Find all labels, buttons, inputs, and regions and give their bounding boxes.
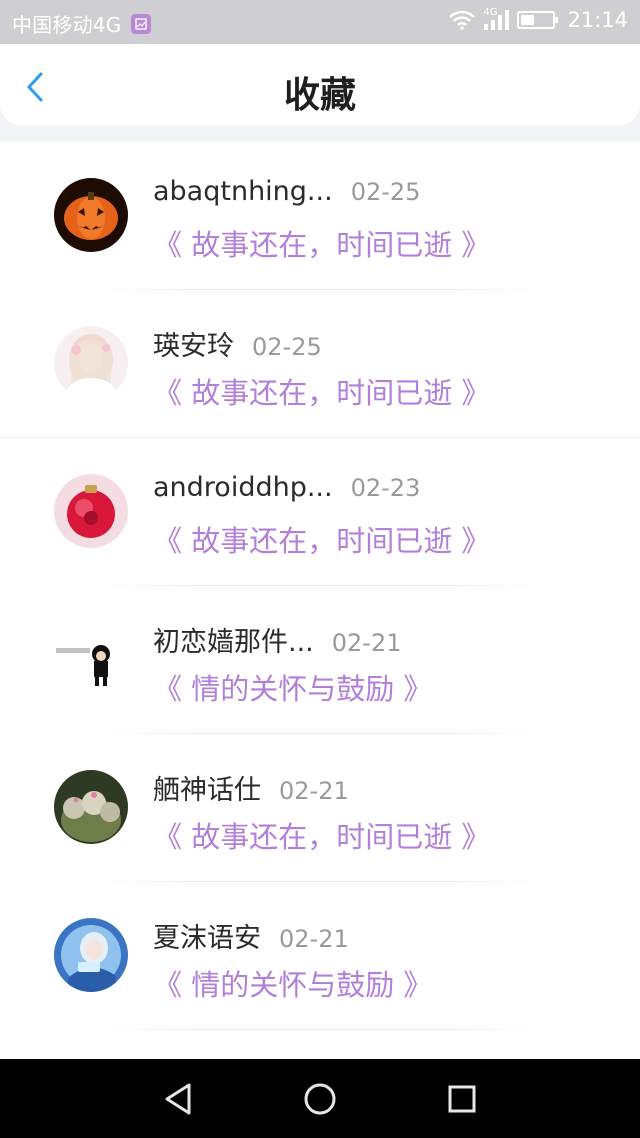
status-right: 4G 21:14 [441,6,628,32]
nav-recents-button[interactable] [440,1077,484,1121]
clock: 21:14 [567,8,628,32]
page-title: 收藏 [283,75,356,116]
post-date: 02-21 [331,629,402,657]
network-type-label: 4G [483,6,498,18]
post-date: 02-23 [350,474,421,502]
nav-home-button[interactable] [298,1077,342,1121]
carrier-label: 中国移动4G [12,13,122,37]
red-ornament-avatar[interactable] [54,474,128,548]
story-title[interactable]: 《 故事还在，时间已逝 》 [153,222,490,264]
user-name[interactable]: 初恋嫱那件... [153,620,314,659]
list-item[interactable]: androiddhp... 02-23 《 故事还在，时间已逝 》 [0,438,640,586]
user-name[interactable]: 夏沫语安 [153,916,261,955]
list-item[interactable]: 夏沫语安 02-21 《 情的关怀与鼓励 》 [0,882,640,1030]
anime-girl-avatar[interactable] [54,326,128,400]
name-line: 舾神话仕 02-21 [153,768,349,807]
divider [100,1029,540,1030]
cactus-avatar[interactable] [54,770,128,844]
name-line: 夏沫语安 02-21 [153,916,349,955]
system-nav-bar [0,1059,640,1138]
post-date: 02-21 [279,777,349,805]
name-line: 初恋嫱那件... 02-21 [153,620,402,659]
pumpkin-avatar[interactable] [54,178,128,252]
square-recents-icon [448,1085,476,1113]
list-item[interactable]: abaqtnhing... 02-25 《 故事还在，时间已逝 》 [0,142,640,290]
list-item[interactable]: 瑛安玲 02-25 《 故事还在，时间已逝 》 [0,290,640,438]
list-item[interactable]: 舾神话仕 02-21 《 故事还在，时间已逝 》 [0,734,640,882]
circle-home-icon [304,1083,336,1115]
favorites-list: abaqtnhing... 02-25 《 故事还在，时间已逝 》 瑛安玲 02… [0,142,640,1059]
post-date: 02-25 [252,333,322,361]
post-date: 02-25 [350,178,421,206]
chibi-figure-avatar[interactable] [54,622,128,696]
wifi-icon [449,10,476,30]
story-title[interactable]: 《 故事还在，时间已逝 》 [153,814,490,856]
triangle-back-icon [165,1083,191,1115]
list-item[interactable]: 初恋嫱那件... 02-21 《 情的关怀与鼓励 》 [0,586,640,734]
story-title[interactable]: 《 情的关怀与鼓励 》 [153,666,432,708]
user-name[interactable]: 瑛安玲 [153,324,234,363]
page-header: 收藏 [0,44,640,126]
blue-anime-avatar[interactable] [54,918,128,992]
name-line: 瑛安玲 02-25 [153,324,322,363]
status-bar: 中国移动4G 4G 21:14 [0,0,640,44]
story-title[interactable]: 《 故事还在，时间已逝 》 [153,370,490,412]
status-left: 中国移动4G [12,9,152,38]
story-title[interactable]: 《 情的关怀与鼓励 》 [153,962,432,1004]
name-line: androiddhp... 02-23 [153,472,420,503]
battery-icon [517,10,559,30]
image-notification-icon [131,13,152,34]
post-date: 02-21 [279,925,349,953]
user-name[interactable]: androiddhp... [153,472,333,503]
user-name[interactable]: 舾神话仕 [153,768,261,807]
nav-back-button[interactable] [156,1077,200,1121]
story-title[interactable]: 《 故事还在，时间已逝 》 [153,518,490,560]
user-name[interactable]: abaqtnhing... [153,176,333,207]
name-line: abaqtnhing... 02-25 [153,176,420,207]
